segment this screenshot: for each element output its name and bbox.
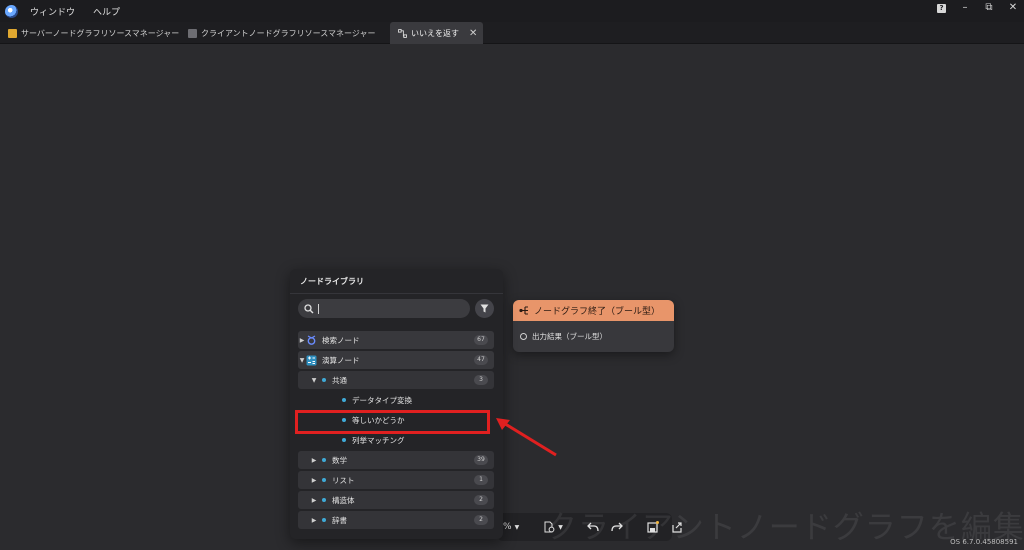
tree-item-search-nodes[interactable]: ▶ 検索ノード 67: [298, 331, 494, 349]
tree-item-common[interactable]: ▼ 共通 3: [298, 371, 494, 389]
chevron-down-icon: ▼: [311, 376, 317, 384]
tab-client-graph-manager[interactable]: クライアントノードグラフリソースマネージャー: [188, 22, 375, 44]
zoom-percent: %: [503, 522, 512, 532]
tab-bar: サーバーノードグラフリソースマネージャー クライアントノードグラフリソースマネー…: [0, 22, 1024, 44]
tab-return-no[interactable]: いいえを返す ✕: [390, 22, 483, 44]
zoom-control[interactable]: % ▼: [503, 522, 519, 532]
filter-button[interactable]: [475, 299, 494, 318]
count-badge: 39: [474, 455, 488, 465]
tab-close-icon[interactable]: ✕: [469, 28, 477, 39]
filter-icon: [480, 304, 489, 313]
count-badge: 3: [474, 375, 488, 385]
count-badge: 2: [474, 495, 488, 505]
chevron-right-icon: ▶: [311, 496, 317, 504]
text-caret: [318, 303, 319, 314]
chevron-down-icon: ▼: [514, 523, 520, 531]
chevron-right-icon: ▶: [311, 516, 317, 524]
bullet-icon: [322, 478, 326, 482]
chevron-right-icon: ▶: [311, 476, 317, 484]
port-label: 出力結果（ブール型）: [532, 332, 607, 341]
bullet-icon: [342, 398, 346, 402]
menu-bar: ウィンドウ ヘルプ ? – ⧉ ✕: [0, 0, 1024, 22]
tree-item-label: 演算ノード: [322, 355, 360, 365]
tree-item-math[interactable]: ▶ 数学 39: [298, 451, 494, 469]
tree-item-dictionary[interactable]: ▶ 辞書 2: [298, 511, 494, 529]
help-icon[interactable]: ?: [937, 3, 946, 13]
tree-item-operation-nodes[interactable]: ▼ 演算ノード 47: [298, 351, 494, 369]
window-controls: ? – ⧉ ✕: [937, 3, 1018, 13]
chevron-right-icon: ▶: [311, 456, 317, 464]
tree-item-label: リスト: [332, 475, 355, 485]
annotation-highlight-box: [295, 410, 490, 434]
tree-item-label: データタイプ変換: [352, 395, 412, 405]
annotation-arrow-icon: [496, 418, 557, 457]
tab-label: クライアントノードグラフリソースマネージャー: [201, 28, 376, 38]
tree-item-label: 検索ノード: [322, 335, 360, 345]
bullet-icon: [322, 378, 326, 382]
search-node-icon: [307, 334, 316, 345]
bullet-icon: [342, 438, 346, 442]
tab-label: サーバーノードグラフリソースマネージャー: [21, 28, 180, 38]
output-port-row: 出力結果（ブール型）: [513, 331, 674, 342]
search-icon: [304, 303, 314, 313]
divider: [290, 293, 503, 294]
node-library-panel: ノードライブラリ ▶ 検索ノード 67 ▼ 演算ノード 47 ▼ 共通 3 デー…: [290, 269, 503, 539]
tree-item-data-type-convert[interactable]: データタイプ変換: [298, 391, 494, 409]
tree-item-label: 数学: [332, 455, 347, 465]
tab-server-graph-manager[interactable]: サーバーノードグラフリソースマネージャー: [8, 22, 179, 44]
close-window-icon[interactable]: ✕: [1008, 3, 1018, 13]
app-logo-icon: [5, 4, 18, 18]
graph-end-node[interactable]: ノードグラフ終了（ブール型） 出力結果（ブール型）: [513, 300, 674, 352]
bullet-icon: [322, 458, 326, 462]
bullet-icon: [322, 498, 326, 502]
count-badge: 1: [474, 475, 488, 485]
tree-item-label: 辞書: [332, 515, 347, 525]
tree-item-label: 共通: [332, 375, 347, 385]
restore-icon[interactable]: ⧉: [984, 3, 994, 13]
menu-help[interactable]: ヘルプ: [93, 5, 120, 18]
bullet-icon: [322, 518, 326, 522]
chevron-right-icon: ▶: [299, 336, 305, 344]
search-input[interactable]: [298, 299, 470, 318]
minimize-icon[interactable]: –: [960, 3, 970, 13]
tree-item-label: 列挙マッチング: [352, 435, 405, 445]
count-badge: 2: [474, 515, 488, 525]
tree-item-struct[interactable]: ▶ 構造体 2: [298, 491, 494, 509]
version-label: OS 6.7.0.45808591: [950, 538, 1018, 546]
node-header: ノードグラフ終了（ブール型）: [513, 300, 674, 321]
node-title: ノードグラフ終了（ブール型）: [534, 307, 661, 317]
tree-item-label: 構造体: [332, 495, 355, 505]
count-badge: 47: [474, 355, 488, 365]
menu-window[interactable]: ウィンドウ: [30, 5, 75, 18]
count-badge: 67: [474, 335, 488, 345]
server-graph-icon: [8, 28, 17, 38]
tree-item-list[interactable]: ▶ リスト 1: [298, 471, 494, 489]
flow-icon: [519, 306, 528, 315]
client-graph-icon: [188, 28, 197, 38]
operation-node-icon: [306, 355, 317, 365]
chevron-down-icon: ▼: [299, 356, 305, 364]
panel-title: ノードライブラリ: [300, 277, 364, 286]
input-port[interactable]: [520, 333, 527, 340]
tab-label: いいえを返す: [411, 28, 459, 38]
node-graph-icon: [398, 28, 407, 38]
